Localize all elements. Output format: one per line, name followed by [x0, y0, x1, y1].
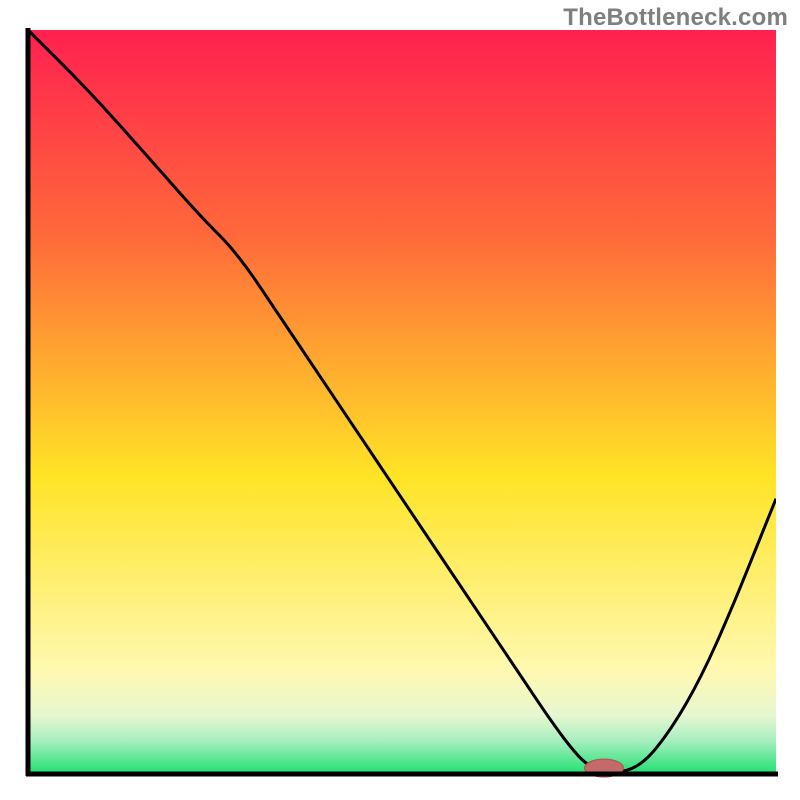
bottleneck-chart: [0, 0, 800, 800]
plot-background: [28, 30, 776, 774]
chart-container: TheBottleneck.com: [0, 0, 800, 800]
